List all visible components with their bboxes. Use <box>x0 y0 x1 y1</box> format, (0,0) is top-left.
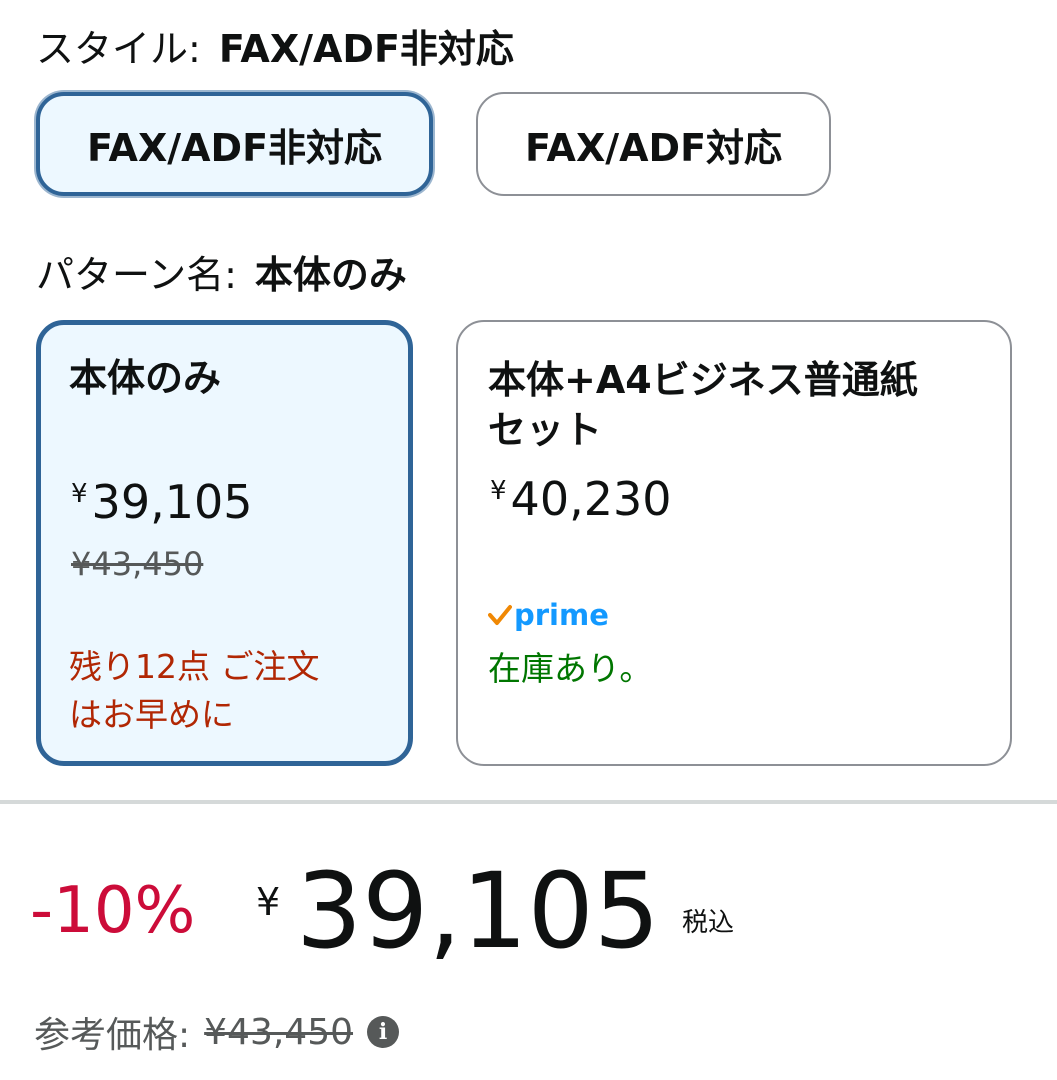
prime-check-icon <box>488 605 512 625</box>
prime-badge: prime <box>488 598 609 632</box>
pattern-option-price: ¥40,230 <box>490 472 672 526</box>
style-option-label: FAX/ADF非対応 <box>86 125 383 170</box>
pattern-option-list-price: ¥43,450 <box>71 545 204 583</box>
price-value: 39,105 <box>91 475 253 529</box>
section-divider <box>0 800 1057 804</box>
pattern-option-name: 本体のみ <box>69 356 222 400</box>
currency-symbol: ¥ <box>256 880 281 924</box>
pattern-option-name: 本体+A4ビジネス普通紙 セット <box>488 355 918 455</box>
pattern-option-body-only[interactable]: 本体のみ ¥39,105 ¥43,450 残り12点 ご注文 はお早めに <box>36 320 413 766</box>
pattern-option-name-line-1: 本体+A4ビジネス普通紙 <box>488 358 918 402</box>
price-value: 40,230 <box>510 472 672 526</box>
style-label: スタイル: <box>36 27 201 71</box>
style-option-fax-adf-unsupported[interactable]: FAX/ADF非対応 <box>36 92 433 196</box>
currency-symbol: ¥ <box>490 476 507 506</box>
pattern-option-price: ¥39,105 <box>71 475 253 529</box>
reference-price: ¥43,450 <box>204 1011 354 1053</box>
info-icon[interactable]: i <box>367 1016 400 1048</box>
pattern-label: パターン名: <box>36 253 237 297</box>
currency-symbol: ¥ <box>71 479 88 509</box>
prime-label: prime <box>514 598 609 632</box>
pattern-label-row: パターン名: 本体のみ <box>36 244 407 299</box>
style-option-label: FAX/ADF対応 <box>524 125 783 170</box>
style-label-row: スタイル: FAX/ADF非対応 <box>36 18 514 73</box>
in-stock-message: 在庫あり。 <box>488 649 653 688</box>
pattern-option-name-line-2: セット <box>488 408 603 452</box>
low-stock-line-2: はお早めに <box>69 695 234 734</box>
style-option-fax-adf-supported[interactable]: FAX/ADF対応 <box>476 92 831 196</box>
low-stock-line-1: 残り12点 ご注文 <box>69 647 320 686</box>
reference-price-row: 参考価格: ¥43,450 i <box>34 1006 400 1058</box>
pattern-selected-value: 本体のみ <box>254 253 407 297</box>
pattern-option-body-a4-paper-set[interactable]: 本体+A4ビジネス普通紙 セット ¥40,230 prime 在庫あり。 <box>456 320 1012 766</box>
current-price: 39,105 <box>296 850 660 972</box>
discount-percent: -10% <box>30 874 196 948</box>
reference-price-label: 参考価格: <box>34 1015 191 1056</box>
tax-included-note: 税込 <box>682 908 735 938</box>
low-stock-message: 残り12点 ご注文 はお早めに <box>69 643 319 739</box>
style-selected-value: FAX/ADF非対応 <box>218 27 514 71</box>
